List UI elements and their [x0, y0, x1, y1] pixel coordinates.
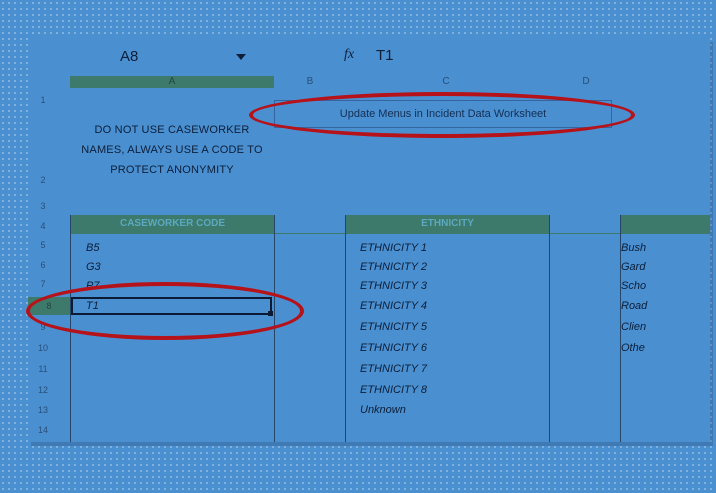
chevron-down-icon[interactable]: [236, 54, 246, 60]
ethnicity-cell[interactable]: Unknown: [360, 400, 406, 420]
column-header-d[interactable]: D: [546, 76, 626, 88]
active-cell-a8[interactable]: [71, 297, 272, 315]
ethnicity-cell[interactable]: ETHNICITY 5: [360, 317, 427, 337]
caseworker-code-cell[interactable]: G3: [86, 257, 101, 277]
caseworker-code-cell[interactable]: B5: [86, 238, 99, 258]
ethnicity-cell[interactable]: ETHNICITY 6: [360, 338, 427, 358]
row-header-3[interactable]: 3: [34, 201, 52, 211]
note-line: DO NOT USE CASEWORKER: [94, 124, 250, 136]
column-header-b[interactable]: B: [274, 76, 346, 88]
location-cell[interactable]: Gard: [621, 257, 645, 277]
ethnicity-cell[interactable]: ETHNICITY 8: [360, 380, 427, 400]
caseworker-note: DO NOT USE CASEWORKER NAMES, ALWAYS USE …: [70, 120, 274, 180]
column-header-a[interactable]: A: [70, 76, 274, 88]
formula-bar: A8 fx T1: [28, 38, 710, 74]
ethnicity-cell[interactable]: ETHNICITY 3: [360, 276, 427, 296]
location-cell[interactable]: Road: [621, 296, 647, 316]
caseworker-code-header: CASEWORKER CODE: [71, 215, 274, 233]
ethnicity-table-left-border: [345, 215, 346, 442]
row-header-5[interactable]: 5: [34, 240, 52, 250]
location-cell[interactable]: Clien: [621, 317, 646, 337]
ethnicity-table-right-border: [549, 215, 550, 442]
caseworker-code-cell[interactable]: P7: [86, 276, 99, 296]
formula-input[interactable]: T1: [376, 47, 394, 64]
table-header-divider: [70, 233, 710, 234]
note-line: PROTECT ANONYMITY: [110, 164, 234, 176]
location-cell[interactable]: Bush: [621, 238, 646, 258]
ethnicity-cell[interactable]: ETHNICITY 1: [360, 238, 427, 258]
row-header-4[interactable]: 4: [34, 221, 52, 231]
row-header-12[interactable]: 12: [34, 385, 52, 395]
function-icon[interactable]: fx: [344, 47, 354, 63]
row-header-14[interactable]: 14: [34, 425, 52, 435]
row-header-7[interactable]: 7: [34, 279, 52, 289]
ethnicity-cell[interactable]: ETHNICITY 4: [360, 296, 427, 316]
location-cell[interactable]: Scho: [621, 276, 646, 296]
column-header-c[interactable]: C: [346, 76, 546, 88]
row-header-6[interactable]: 6: [34, 260, 52, 270]
caseworker-table-right-border: [274, 215, 275, 442]
fill-handle[interactable]: [268, 311, 273, 316]
row-header-11[interactable]: 11: [34, 364, 52, 374]
caseworker-table-left-border: [70, 215, 71, 442]
row-header-8[interactable]: 8: [28, 297, 70, 315]
row-header-1[interactable]: 1: [34, 95, 52, 105]
note-line: NAMES, ALWAYS USE A CODE TO: [81, 144, 263, 156]
location-cell[interactable]: Othe: [621, 338, 645, 358]
row-header-13[interactable]: 13: [34, 405, 52, 415]
ethnicity-header: ETHNICITY: [346, 215, 549, 233]
location-header: [621, 215, 710, 233]
spreadsheet-window: A8 fx T1 A B C D 1 2 3 4 5 6 7 8 9 10 11…: [28, 38, 710, 442]
ethnicity-cell[interactable]: ETHNICITY 2: [360, 257, 427, 277]
name-box[interactable]: A8: [120, 48, 138, 65]
row-header-9[interactable]: 9: [34, 322, 52, 332]
row-header-10[interactable]: 10: [34, 343, 52, 353]
row-header-2[interactable]: 2: [34, 175, 52, 185]
update-menus-button[interactable]: Update Menus in Incident Data Worksheet: [274, 100, 612, 128]
ethnicity-cell[interactable]: ETHNICITY 7: [360, 359, 427, 379]
